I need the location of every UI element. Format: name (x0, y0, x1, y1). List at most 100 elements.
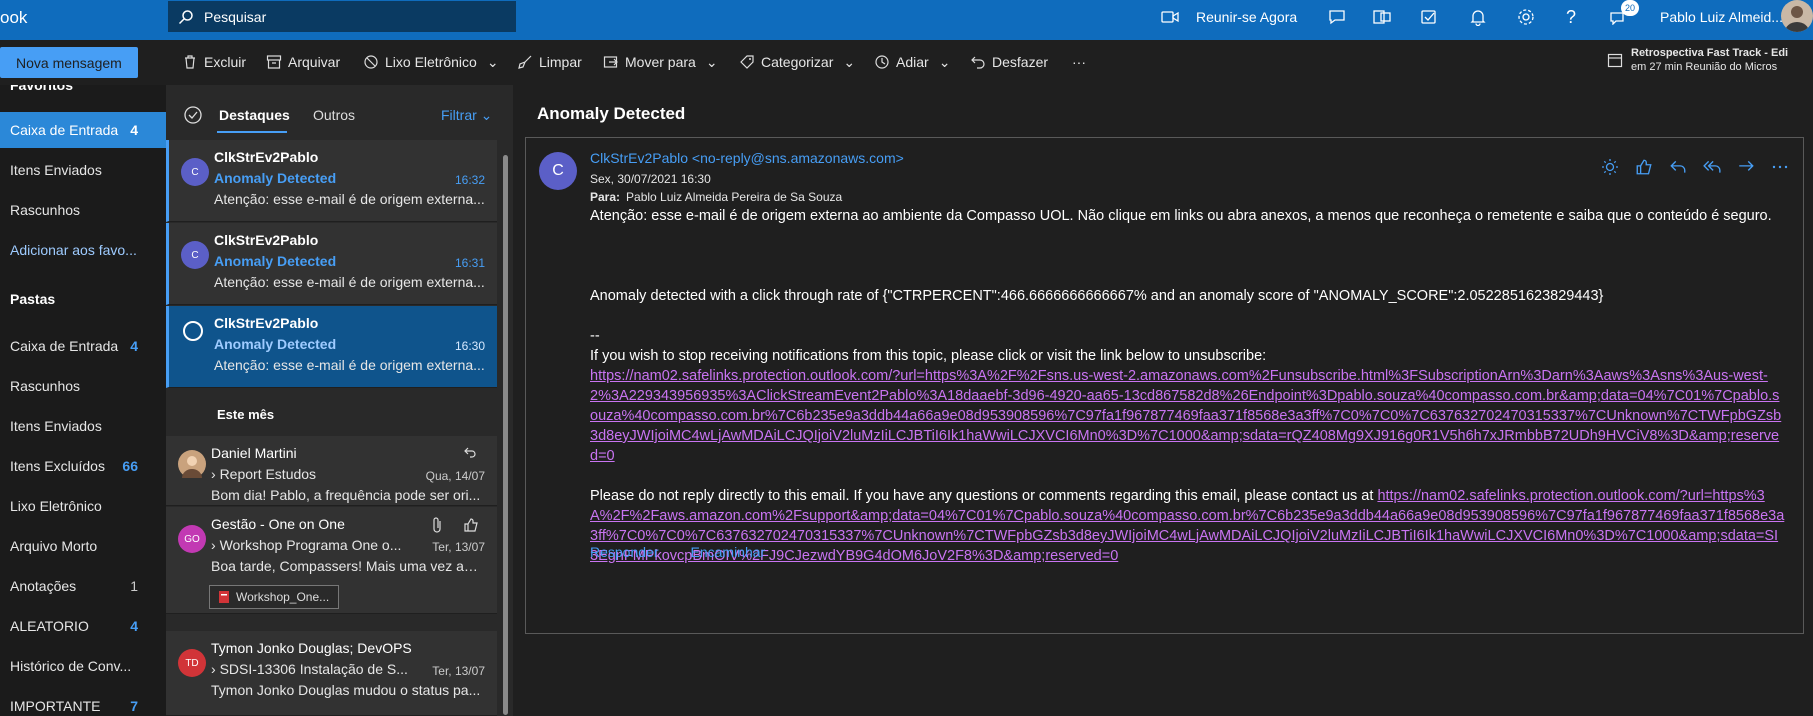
unread-count: 4 (130, 618, 138, 634)
message-list: Destaques Outros Filtrar ⌄ C ClkStrEv2Pa… (166, 85, 513, 716)
undo-button[interactable]: Desfazer (970, 50, 1048, 74)
sweep-button[interactable]: Limpar (517, 50, 582, 74)
avatar[interactable] (1781, 0, 1813, 32)
meet-now-button[interactable]: Reunir-se Agora (1196, 0, 1297, 34)
message-time: Ter, 13/07 (432, 540, 485, 554)
avatar: C (181, 158, 209, 186)
nav-folder-notes[interactable]: Anotações 1 (0, 568, 166, 604)
nav-folder-drafts[interactable]: Rascunhos (0, 368, 166, 404)
message-preview: Tymon Jonko Douglas mudou o status pa... (211, 682, 481, 698)
message-time: 16:30 (454, 339, 485, 353)
avatar: C (181, 241, 209, 269)
section-heading: Este mês (217, 407, 275, 422)
help-icon[interactable]: ? (1566, 0, 1576, 34)
nav-favorite-drafts[interactable]: Rascunhos (0, 192, 166, 228)
subject-text: SDSI-13306 Instalação de S... (219, 661, 408, 677)
chevron-down-icon: ⌄ (843, 53, 856, 70)
list-item[interactable]: GO Gestão - One on One › Workshop Progra… (166, 507, 497, 614)
tab-focused[interactable]: Destaques (219, 107, 290, 123)
nav-folder-aleatorio[interactable]: ALEATORIO 4 (0, 608, 166, 644)
reply-all-icon[interactable] (1703, 158, 1721, 176)
chevron-down-icon: ⌄ (486, 53, 499, 70)
to-recipient[interactable]: Pablo Luiz Almeida Pereira de Sa Souza (626, 190, 842, 204)
reminder[interactable]: Retrospectiva Fast Track - Edi em 27 min… (1607, 46, 1788, 74)
search-box[interactable]: Pesquisar (168, 1, 516, 32)
tab-other[interactable]: Outros (313, 107, 355, 123)
more-icon[interactable] (1771, 158, 1789, 176)
like-icon[interactable] (463, 517, 479, 533)
meet-now-icon[interactable] (1161, 0, 1179, 34)
forward-icon[interactable] (1737, 158, 1755, 176)
avatar: GO (178, 525, 206, 553)
junk-button[interactable]: Lixo Eletrônico ⌄ (363, 50, 499, 74)
list-item[interactable]: TD Tymon Jonko Douglas; DevOPS › SDSI-13… (166, 631, 497, 716)
paperclip-icon (433, 517, 441, 533)
move-to-button[interactable]: Mover para ⌄ (603, 50, 718, 74)
scrollbar[interactable] (503, 155, 508, 715)
add-favorite-link[interactable]: Adicionar aos favo... (0, 232, 166, 268)
list-item[interactable]: C ClkStrEv2Pablo Anomaly Detected 16:31 … (166, 223, 497, 305)
reply-icon[interactable] (1669, 158, 1687, 176)
gear-icon[interactable] (1517, 0, 1535, 34)
delete-button[interactable]: Excluir (182, 50, 246, 74)
contact-text: Please do not reply directly to this ema… (590, 488, 1374, 504)
nav-favorite-inbox[interactable]: Caixa de Entrada 4 (0, 112, 166, 148)
unread-count: 4 (130, 122, 138, 138)
list-item[interactable]: C ClkStrEv2Pablo Anomaly Detected 16:32 … (166, 140, 497, 222)
attachment-chip[interactable]: Workshop_One... (209, 585, 339, 609)
nav-folder-inbox[interactable]: Caixa de Entrada 4 (0, 328, 166, 364)
nav-folder-sent[interactable]: Itens Enviados (0, 408, 166, 444)
forward-button[interactable]: Encaminhar (691, 544, 766, 560)
message-sender: Gestão - One on One (211, 516, 345, 532)
categorize-label: Categorizar (761, 54, 834, 70)
list-item-selected[interactable]: ClkStrEv2Pablo Anomaly Detected 16:30 At… (166, 306, 497, 388)
bell-icon[interactable] (1470, 0, 1486, 34)
filter-button[interactable]: Filtrar ⌄ (441, 107, 492, 124)
reply-button[interactable]: Responder (590, 544, 659, 560)
message-subject: Anomaly Detected (214, 170, 337, 186)
email-from[interactable]: ClkStrEv2Pablo <no-reply@sns.amazonaws.c… (590, 150, 904, 166)
favorites-heading[interactable]: Favoritos (10, 85, 73, 93)
message-subject: Anomaly Detected (214, 253, 337, 269)
email-actions-toolbar (1601, 158, 1789, 176)
nav-folder-archive[interactable]: Arquivo Morto (0, 528, 166, 564)
chevron-down-icon: ⌄ (705, 53, 718, 70)
email-subject-title: Anomaly Detected (537, 104, 686, 123)
message-sender: Daniel Martini (211, 445, 297, 461)
snooze-button[interactable]: Adiar ⌄ (874, 50, 950, 74)
sender-avatar[interactable]: C (539, 152, 577, 190)
nav-folder-junk[interactable]: Lixo Eletrônico (0, 488, 166, 524)
unsubscribe-link[interactable]: https://nam02.safelinks.protection.outlo… (590, 368, 1781, 464)
chevron-right-icon: › (211, 661, 216, 677)
user-name[interactable]: Pablo Luiz Almeid... (1660, 0, 1783, 34)
nav-folder-deleted[interactable]: Itens Excluídos 66 (0, 448, 166, 484)
nav-folder-history[interactable]: Histórico de Conv... (0, 648, 166, 684)
calendar-icon (1607, 53, 1623, 68)
nav-label: Caixa de Entrada (10, 338, 119, 354)
unread-count: 66 (122, 458, 138, 474)
nav-folder-importante[interactable]: IMPORTANTE 7 (0, 688, 166, 716)
app-brand[interactable]: ook (0, 8, 27, 28)
chevron-right-icon: › (211, 537, 216, 553)
archive-button[interactable]: Arquivar (266, 50, 340, 74)
new-message-button[interactable]: Nova mensagem (0, 47, 138, 78)
office-app-icon[interactable] (1373, 0, 1391, 34)
nav-label: Anotações (10, 578, 77, 594)
categorize-button[interactable]: Categorizar ⌄ (739, 50, 855, 74)
like-icon[interactable] (1635, 158, 1653, 176)
todo-icon[interactable] (1420, 0, 1438, 34)
select-checkbox[interactable] (183, 321, 203, 341)
nav-label: Itens Excluídos (10, 458, 105, 474)
folders-heading[interactable]: Pastas (10, 291, 55, 307)
list-item[interactable]: Daniel Martini › Report Estudos Qua, 14/… (166, 436, 497, 506)
select-all-icon[interactable] (183, 105, 203, 125)
anomaly-text: Anomaly detected with a click through ra… (590, 288, 1604, 304)
unread-count: 7 (130, 698, 138, 714)
skype-chat-icon[interactable] (1328, 0, 1346, 34)
archive-icon (266, 55, 282, 69)
nav-favorite-sent[interactable]: Itens Enviados (0, 152, 166, 188)
more-options-button[interactable]: ··· (1072, 50, 1086, 74)
sun-icon[interactable] (1601, 158, 1619, 176)
message-subject: Anomaly Detected (214, 336, 337, 352)
sweep-label: Limpar (539, 54, 582, 70)
